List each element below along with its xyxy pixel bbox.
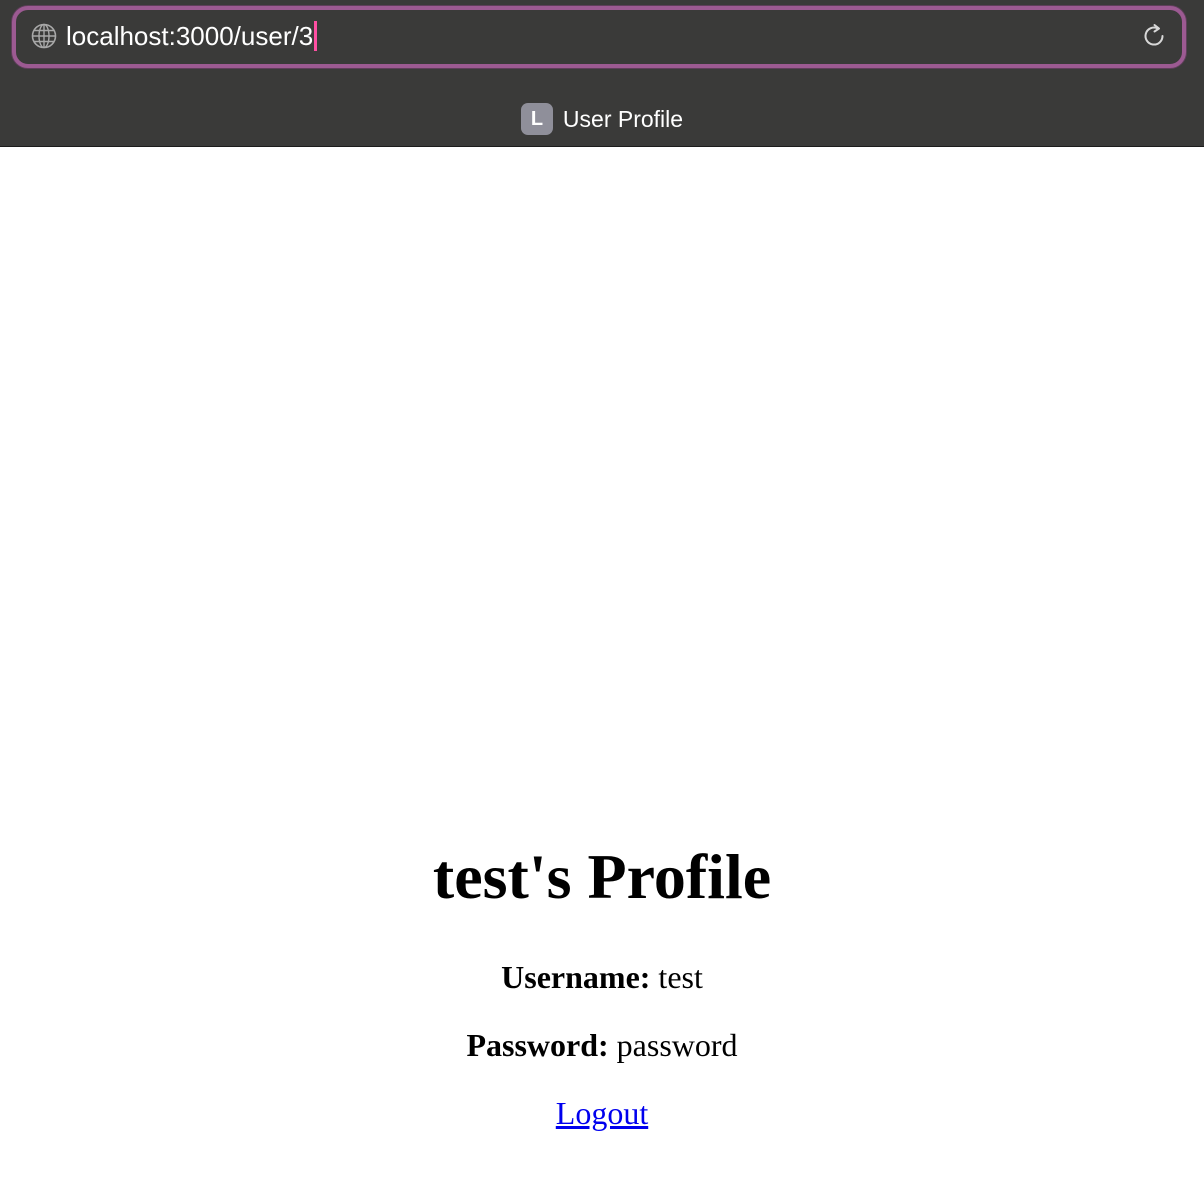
username-row: Username: test — [0, 957, 1204, 997]
username-value: test — [658, 959, 703, 995]
favicon-icon: L — [520, 103, 553, 135]
browser-tab[interactable]: L User Profile — [0, 100, 1204, 138]
logout-row: Logout — [0, 1093, 1204, 1133]
tab-title: User Profile — [562, 105, 684, 132]
url-text: localhost:3000/user/3 — [66, 21, 314, 51]
page-title: test's Profile — [432, 841, 772, 912]
password-row: Password: password — [0, 1025, 1204, 1065]
password-value: password — [616, 1027, 738, 1063]
page-content: test's Profile Username: test Password: … — [0, 147, 1204, 1178]
url-input[interactable]: localhost:3000/user/3 — [66, 21, 318, 51]
address-bar[interactable]: localhost:3000/user/3 — [12, 6, 1186, 68]
reload-icon[interactable] — [1140, 22, 1168, 50]
browser-chrome: localhost:3000/user/3 L User Profile — [0, 0, 1204, 147]
logout-link[interactable]: Logout — [556, 1095, 648, 1131]
text-caret — [314, 21, 318, 51]
username-label: Username: — [501, 959, 651, 995]
password-label: Password: — [466, 1027, 609, 1063]
globe-icon — [31, 23, 57, 49]
